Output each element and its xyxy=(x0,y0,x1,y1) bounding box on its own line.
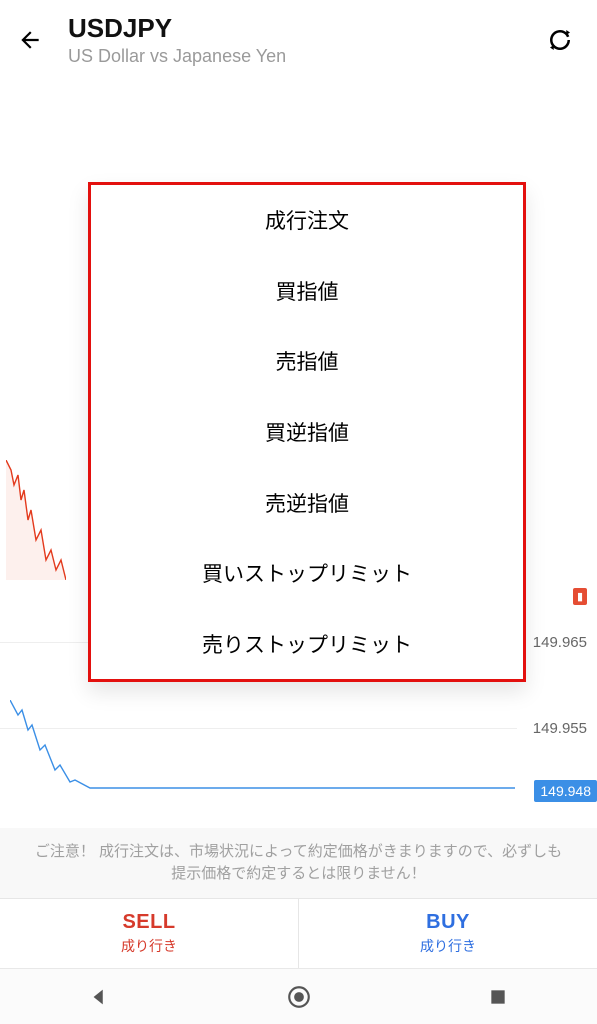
order-type-menu: 成行注文 買指値 売指値 買逆指値 売逆指値 買いストップリミット 売りストップ… xyxy=(88,182,526,682)
buy-button[interactable]: BUY 成り行き xyxy=(298,899,597,968)
axis-labels: 149.965 149.955 xyxy=(517,80,587,758)
content-area: 149.965 149.955 ▮ 149.948 ご注意！ 成行注文は、市場状… xyxy=(0,80,597,968)
axis-label: 149.965 xyxy=(517,634,587,651)
nav-home-icon[interactable] xyxy=(286,984,312,1010)
sell-label: SELL xyxy=(122,911,175,934)
header-titles: USDJPY US Dollar vs Japanese Yen xyxy=(68,13,543,67)
buy-sub: 成り行き xyxy=(420,936,476,956)
system-nav-bar xyxy=(0,968,597,1024)
sell-button[interactable]: SELL 成り行き xyxy=(0,899,298,968)
order-type-option[interactable]: 売逆指値 xyxy=(91,467,523,538)
ask-line-chart xyxy=(6,460,66,580)
order-type-option[interactable]: 買指値 xyxy=(91,256,523,327)
order-type-option[interactable]: 買いストップリミット xyxy=(91,538,523,609)
order-type-option[interactable]: 売指値 xyxy=(91,326,523,397)
current-price-badge: 149.948 xyxy=(534,780,597,802)
symbol-title: USDJPY xyxy=(68,13,543,44)
back-arrow-icon[interactable] xyxy=(16,26,44,54)
action-row: SELL 成り行き BUY 成り行き xyxy=(0,898,597,968)
bid-line-chart xyxy=(10,700,515,790)
warning-text: ご注意！ 成行注文は、市場状況によって約定価格がきまりますので、必ずしも提示価格… xyxy=(30,841,567,886)
order-type-option[interactable]: 買逆指値 xyxy=(91,397,523,468)
nav-back-icon[interactable] xyxy=(87,984,113,1010)
buy-label: BUY xyxy=(426,911,470,934)
nav-recent-icon[interactable] xyxy=(485,984,511,1010)
ask-price-badge: ▮ xyxy=(573,588,587,605)
order-type-option[interactable]: 売りストップリミット xyxy=(91,608,523,679)
sell-sub: 成り行き xyxy=(121,936,177,956)
app-header: USDJPY US Dollar vs Japanese Yen xyxy=(0,0,597,80)
axis-label: 149.955 xyxy=(517,720,587,737)
symbol-subtitle: US Dollar vs Japanese Yen xyxy=(68,46,543,67)
refresh-icon[interactable] xyxy=(543,23,577,57)
execution-warning: ご注意！ 成行注文は、市場状況によって約定価格がきまりますので、必ずしも提示価格… xyxy=(0,828,597,898)
order-type-option[interactable]: 成行注文 xyxy=(91,185,523,256)
